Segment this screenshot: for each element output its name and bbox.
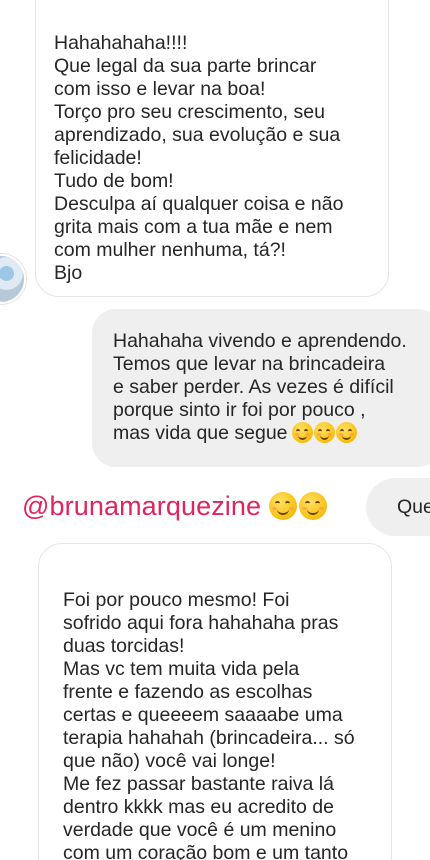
- sent-message-text: Hahahaha vivendo e aprendendo. Temos que…: [113, 330, 407, 444]
- cropped-message-text: Que*: [397, 496, 430, 518]
- received-message-text: Hahahahaha!!!! Que legal da sua parte br…: [54, 32, 344, 284]
- received-message-text: Foi por pouco mesmo! Foi sofrido aqui fo…: [63, 589, 355, 860]
- emoji-group: [291, 422, 357, 443]
- smiling-face-icon: [335, 422, 357, 443]
- smiling-face-icon: [291, 422, 313, 443]
- smiling-face-icon: [313, 422, 335, 443]
- sent-message-bubble: Hahahaha vivendo e aprendendo. Temos que…: [92, 309, 430, 467]
- sender-avatar[interactable]: [0, 254, 26, 304]
- emoji-group: [269, 492, 328, 520]
- story-screenshot: Hahahahaha!!!! Que legal da sua parte br…: [0, 0, 430, 860]
- mention-overlay: @brunamarquezine: [22, 488, 328, 524]
- cropped-message-bubble: Que*: [366, 478, 430, 536]
- received-message-bubble: Foi por pouco mesmo! Foi sofrido aqui fo…: [38, 543, 392, 860]
- smiling-face-icon: [299, 492, 328, 520]
- mention-link[interactable]: @brunamarquezine: [22, 491, 261, 522]
- smiling-face-icon: [269, 492, 298, 520]
- received-message-bubble: Hahahahaha!!!! Que legal da sua parte br…: [35, 0, 389, 297]
